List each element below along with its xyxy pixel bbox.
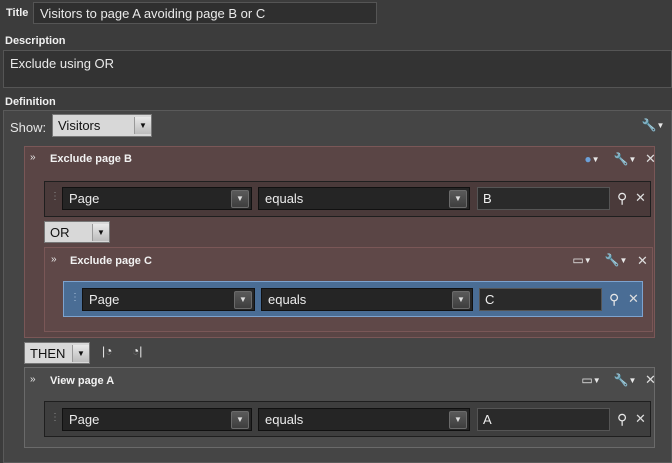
definition-label: Definition — [5, 96, 56, 108]
close-icon[interactable]: ✕ — [637, 253, 648, 269]
close-icon[interactable]: ✕ — [635, 411, 646, 427]
time-constraint-before-icon[interactable]: |◔ — [102, 344, 112, 358]
dimension-select[interactable]: Page ▼ — [62, 408, 252, 431]
chevron-down-icon: ▼ — [234, 290, 252, 309]
value-input[interactable]: B — [477, 187, 610, 210]
then-operator-select[interactable]: THEN ▼ — [24, 342, 90, 364]
wrench-icon[interactable]: 🔧 ▼ — [603, 253, 629, 267]
container-icon[interactable]: ▭ ▼ — [569, 253, 595, 267]
description-label: Description — [5, 35, 66, 47]
description-textarea[interactable]: Exclude using OR — [3, 50, 672, 88]
drag-handle-icon[interactable]: ⋮ — [50, 191, 60, 202]
dimension-value: Page — [69, 191, 100, 206]
show-select-value: Visitors — [58, 118, 101, 133]
dimension-select[interactable]: Page ▼ — [82, 288, 255, 311]
then-operator-value: THEN — [30, 345, 66, 361]
chevron-down-icon: ▼ — [452, 290, 470, 309]
title-input[interactable]: Visitors to page A avoiding page B or C — [33, 2, 377, 24]
close-icon[interactable]: ✕ — [628, 291, 639, 307]
dimension-select[interactable]: Page ▼ — [62, 187, 252, 210]
show-select[interactable]: Visitors ▼ — [52, 114, 152, 137]
chevron-down-icon: ▼ — [92, 223, 109, 241]
drag-handle-icon[interactable]: ⋮ — [50, 412, 60, 423]
chevron-down-icon: ▼ — [231, 189, 249, 208]
collapse-icon[interactable]: » — [30, 152, 36, 163]
close-icon[interactable]: ✕ — [645, 151, 656, 167]
operator-select[interactable]: equals ▼ — [258, 408, 470, 431]
wrench-icon[interactable]: 🔧 ▼ — [640, 117, 666, 133]
operator-value: equals — [265, 412, 304, 427]
chevron-down-icon: ▼ — [449, 189, 467, 208]
close-icon[interactable]: ✕ — [645, 372, 656, 388]
container-icon[interactable]: ▭ ▼ — [578, 373, 604, 387]
search-icon[interactable]: ⚲ — [617, 411, 627, 428]
title-label: Title — [6, 7, 29, 19]
chevron-down-icon: ▼ — [72, 344, 89, 362]
wrench-icon[interactable]: 🔧 ▼ — [612, 373, 638, 387]
or-operator-value: OR — [50, 224, 70, 240]
or-operator-select[interactable]: OR ▼ — [44, 221, 110, 243]
container-title: Exclude page C — [70, 255, 152, 267]
search-icon[interactable]: ⚲ — [617, 190, 627, 207]
collapse-icon[interactable]: » — [51, 254, 57, 265]
search-icon[interactable]: ⚲ — [609, 291, 619, 308]
drag-handle-icon[interactable]: ⋮ — [70, 292, 80, 303]
operator-select[interactable]: equals ▼ — [261, 288, 473, 311]
dimension-value: Page — [69, 412, 100, 427]
operator-value: equals — [265, 191, 304, 206]
container-title: Exclude page B — [50, 153, 132, 165]
chevron-down-icon: ▼ — [449, 410, 467, 429]
operator-value: equals — [268, 292, 307, 307]
container-title: View page A — [50, 375, 115, 387]
wrench-icon[interactable]: 🔧 ▼ — [612, 152, 638, 166]
chevron-down-icon: ▼ — [231, 410, 249, 429]
value-input[interactable]: A — [477, 408, 610, 431]
chevron-down-icon: ▼ — [134, 117, 151, 134]
show-label: Show: — [10, 120, 47, 135]
segment-icon[interactable]: ● ▼ — [581, 152, 603, 166]
close-icon[interactable]: ✕ — [635, 190, 646, 206]
dimension-value: Page — [89, 292, 120, 307]
time-constraint-after-icon[interactable]: ◔| — [132, 344, 142, 358]
collapse-icon[interactable]: » — [30, 374, 36, 385]
operator-select[interactable]: equals ▼ — [258, 187, 470, 210]
value-input[interactable]: C — [479, 288, 602, 311]
